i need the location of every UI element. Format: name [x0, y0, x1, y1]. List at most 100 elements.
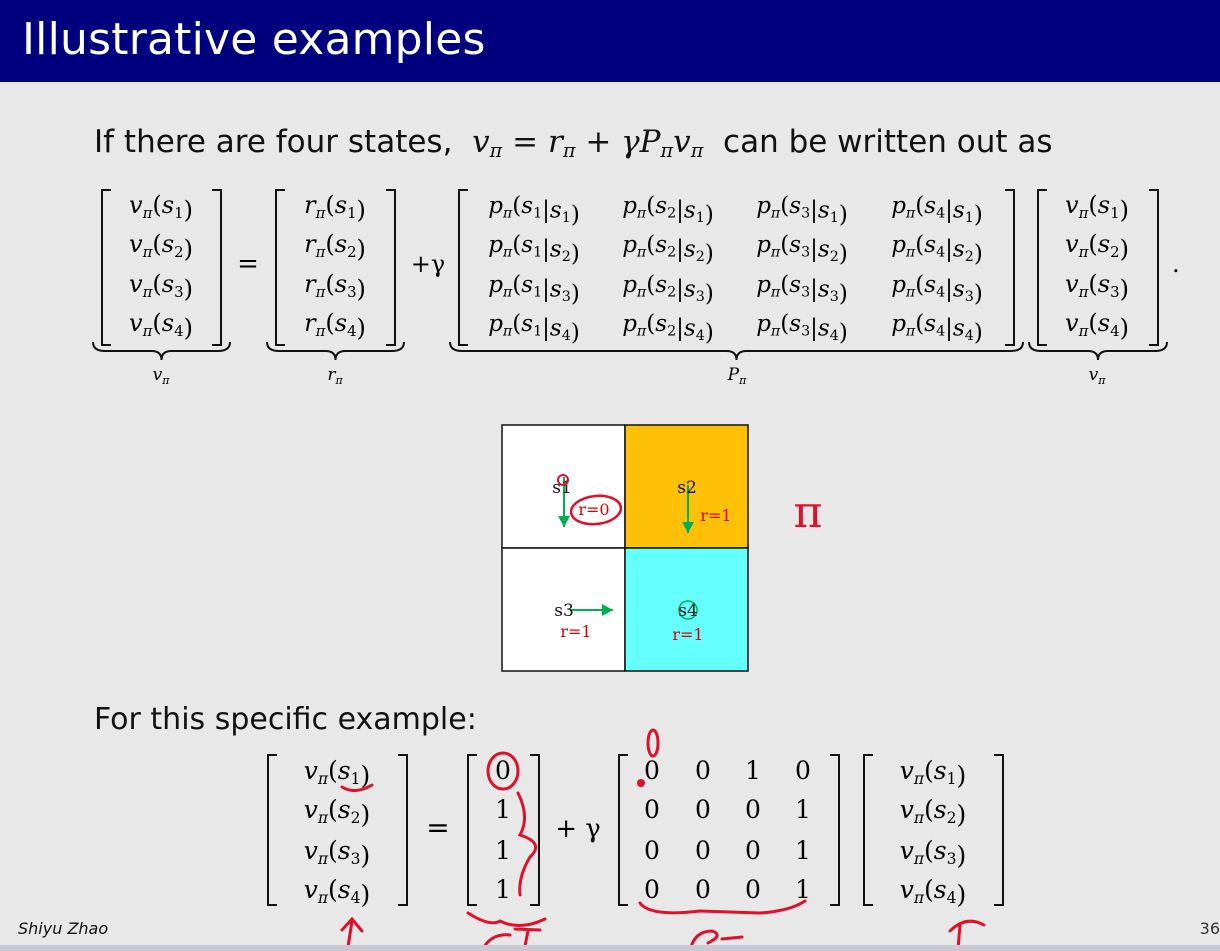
- p-entry: pπ(s2|s3): [622, 272, 714, 307]
- p-entry: pπ(s4|s4): [891, 311, 983, 346]
- grid-world: s1r=0s2r=1s3r=1s4r=1π: [501, 424, 823, 672]
- ink-arrow-up-left: [340, 916, 364, 949]
- v-entry: vπ(s4): [129, 309, 193, 342]
- p-entry: pπ(s2|s1): [622, 193, 714, 228]
- slide-title: Illustrative examples: [22, 14, 486, 65]
- p-entry: pπ(s3|s4): [756, 311, 848, 346]
- reward-label: r=0: [578, 500, 609, 519]
- v-vector-right-right-bracket: [1149, 189, 1159, 346]
- v-entry: vπ(s4): [1065, 309, 1129, 342]
- p-entry: pπ(s1|s3): [488, 272, 580, 307]
- r-value: 1: [495, 795, 511, 824]
- v-entry: vπ(s4): [304, 875, 371, 909]
- r-entry: rπ(s1): [304, 191, 366, 224]
- p-value: 0: [745, 875, 761, 904]
- r-entry: rπ(s3): [304, 270, 366, 303]
- ink-zero-annotation: [646, 728, 660, 758]
- v-label: vπ: [153, 365, 171, 387]
- state-label: s3: [554, 601, 574, 621]
- v-entry: vπ(s2): [129, 230, 193, 263]
- r-label: rπ: [327, 365, 343, 387]
- period: .: [1172, 250, 1180, 278]
- p-value: 0: [695, 836, 711, 865]
- v-entry: vπ(s1): [1065, 191, 1129, 224]
- p-entry: pπ(s4|s1): [891, 193, 983, 228]
- p-brace: [449, 341, 1024, 361]
- specific-matrix-equation: vπ(s1) vπ(s2) vπ(s3) vπ(s4) = 0 1 1 1 + γ 0 0 1 0 0 0 0 1…: [267, 728, 1004, 951]
- ink-r-brace: [516, 791, 538, 897]
- p-value: 1: [795, 836, 811, 865]
- v-vector-right-left-bracket: [1037, 189, 1047, 346]
- p-value: 0: [745, 795, 761, 824]
- r-brace: [266, 341, 405, 361]
- r-value: 0: [495, 756, 511, 785]
- p-value: 0: [644, 756, 660, 785]
- r-value: 1: [495, 836, 511, 865]
- v-entry: vπ(s3): [1065, 270, 1129, 303]
- v-entry: vπ(s2): [1065, 230, 1129, 263]
- v-entry: vπ(s1): [900, 756, 967, 790]
- p-value: 0: [795, 756, 811, 785]
- p-value: 0: [695, 756, 711, 785]
- p-value: 0: [695, 875, 711, 904]
- p-value: 0: [644, 836, 660, 865]
- p-matrix-right-bracket: [830, 754, 840, 906]
- v-label-right: vπ: [1089, 365, 1107, 387]
- p-entry: pπ(s4|s3): [891, 272, 983, 307]
- bellman-equation: vπ = rπ + γPπvπ: [462, 124, 704, 162]
- r-entry: rπ(s4): [304, 309, 366, 342]
- state-label: s2: [677, 478, 697, 498]
- plus-gamma: +γ: [411, 250, 445, 278]
- p-matrix-right-bracket: [1005, 189, 1015, 346]
- v-entry: vπ(s3): [304, 836, 371, 870]
- page-number: 36: [1199, 919, 1220, 938]
- p-entry: pπ(s3|s1): [756, 193, 848, 228]
- p-entry: pπ(s2|s2): [622, 232, 714, 267]
- footer-line: [0, 945, 1220, 951]
- ink-dot: [637, 779, 645, 787]
- equals-sign: =: [237, 249, 259, 279]
- r-vector-left-bracket: [467, 754, 477, 906]
- p-entry: pπ(s1|s1): [488, 193, 580, 228]
- p-value: 0: [644, 795, 660, 824]
- v-entry: vπ(s1): [304, 756, 371, 790]
- v-vector-right-left-bracket: [863, 754, 873, 906]
- p-value: 1: [795, 875, 811, 904]
- reward-label: r=1: [672, 625, 703, 644]
- v-entry: vπ(s3): [129, 270, 193, 303]
- p-value: 0: [745, 836, 761, 865]
- v-entry: vπ(s3): [900, 836, 967, 870]
- reward-label: r=1: [560, 622, 591, 641]
- general-matrix-equation: vπ(s1) vπ(s2) vπ(s3) vπ(s4) = rπ(s1) rπ(s2) rπ(…: [92, 189, 1180, 387]
- author: Shiyu Zhao: [18, 919, 109, 938]
- r-value: 1: [495, 875, 511, 904]
- plus-gamma: + γ: [555, 814, 601, 844]
- v-entry: vπ(s2): [900, 795, 967, 829]
- p-matrix-left-bracket: [618, 754, 628, 906]
- ink-pi-annotation: π: [794, 487, 823, 538]
- r-vector-left-bracket: [275, 189, 285, 346]
- ink-r-brace-bottom: [466, 911, 547, 927]
- reward-label: r=1: [700, 506, 731, 525]
- v-entry: vπ(s2): [304, 795, 371, 829]
- v-vector-left-bracket: [267, 754, 277, 906]
- v-entry: vπ(s4): [900, 875, 967, 909]
- v-entry: vπ(s1): [129, 191, 193, 224]
- p-entry: pπ(s3|s2): [756, 232, 848, 267]
- p-value: 0: [644, 875, 660, 904]
- r-entry: rπ(s2): [304, 230, 366, 263]
- p-entry: pπ(s1|s4): [488, 311, 580, 346]
- p-entry: pπ(s4|s2): [891, 232, 983, 267]
- v-vector-left-bracket: [101, 189, 111, 346]
- state-label: s4: [678, 601, 698, 621]
- title-bar: Illustrative examples: [0, 0, 1220, 82]
- intro-suffix: can be written out as: [723, 124, 1053, 160]
- p-value: 1: [745, 756, 761, 785]
- equals-sign: =: [426, 811, 449, 844]
- v-brace: [92, 341, 231, 361]
- r-vector-right-bracket: [386, 189, 396, 346]
- intro-text: If there are four states,: [94, 124, 453, 160]
- p-entry: pπ(s1|s2): [488, 232, 580, 267]
- p-value: 0: [695, 795, 711, 824]
- p-entry: pπ(s2|s4): [622, 311, 714, 346]
